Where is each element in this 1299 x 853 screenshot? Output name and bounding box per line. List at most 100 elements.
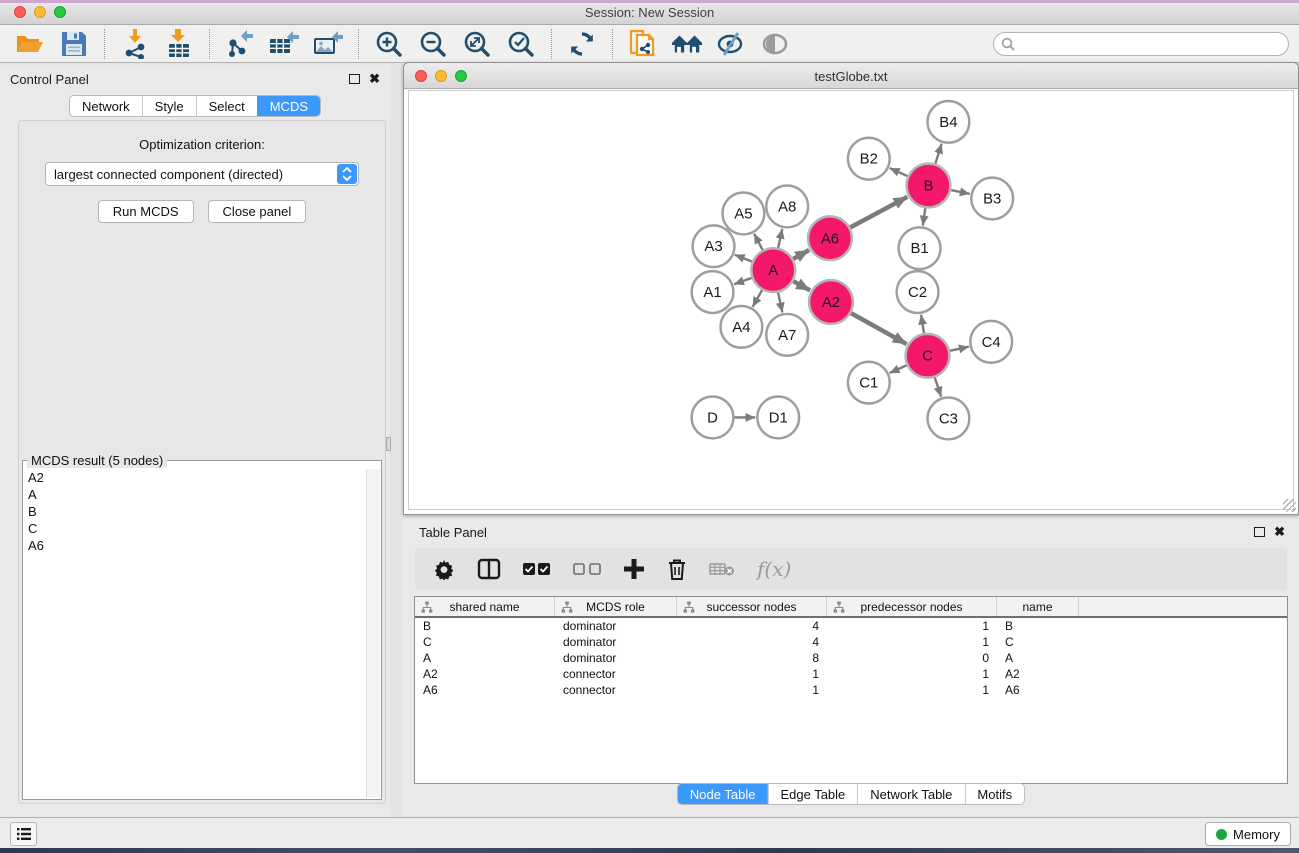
graph-edge-A-A6[interactable] bbox=[793, 250, 809, 259]
import-table-icon[interactable] bbox=[163, 28, 195, 60]
table-row-B[interactable]: Bdominator41B bbox=[415, 618, 1287, 634]
graph-node-A5[interactable]: A5 bbox=[723, 193, 765, 235]
table-cell[interactable]: 4 bbox=[677, 619, 827, 633]
graph-node-A[interactable]: A bbox=[751, 248, 795, 292]
mcds-result-item[interactable]: A bbox=[24, 486, 366, 503]
graph-edge-A2-C[interactable] bbox=[851, 313, 907, 344]
table-cell[interactable]: 0 bbox=[827, 651, 997, 665]
column-browser-icon[interactable] bbox=[477, 558, 501, 580]
graph-node-D[interactable]: D bbox=[692, 397, 734, 439]
zoom-selected-icon[interactable] bbox=[505, 28, 537, 60]
table-cell[interactable]: 1 bbox=[677, 667, 827, 681]
column-header-MCDS-role[interactable]: MCDS role bbox=[555, 597, 677, 616]
float-panel-icon[interactable] bbox=[349, 74, 360, 84]
column-header-name[interactable]: name bbox=[997, 597, 1079, 616]
graph-edge-A6-B[interactable] bbox=[850, 197, 907, 228]
export-table-icon[interactable] bbox=[268, 28, 300, 60]
table-cell[interactable]: B bbox=[415, 619, 555, 633]
graph-node-A6[interactable]: A6 bbox=[808, 216, 852, 260]
add-row-icon[interactable] bbox=[623, 558, 645, 580]
graph-edge-C-C4[interactable] bbox=[950, 347, 969, 351]
graph-node-D1[interactable]: D1 bbox=[757, 397, 799, 439]
table-cell[interactable]: 8 bbox=[677, 651, 827, 665]
table-cell[interactable]: A6 bbox=[415, 683, 555, 697]
table-cell[interactable]: C bbox=[415, 635, 555, 649]
search-input[interactable] bbox=[993, 32, 1289, 56]
table-cell[interactable]: dominator bbox=[555, 635, 677, 649]
table-tab-edge-table[interactable]: Edge Table bbox=[767, 784, 857, 804]
tab-mcds[interactable]: MCDS bbox=[257, 96, 320, 116]
table-cell[interactable]: dominator bbox=[555, 651, 677, 665]
table-tab-motifs[interactable]: Motifs bbox=[964, 784, 1024, 804]
graph-node-B2[interactable]: B2 bbox=[848, 138, 890, 180]
open-file-icon[interactable] bbox=[14, 28, 46, 60]
delete-rows-icon[interactable] bbox=[667, 558, 687, 581]
graph-node-A2[interactable]: A2 bbox=[809, 280, 853, 324]
table-cell[interactable]: 1 bbox=[677, 683, 827, 697]
graph-edge-B-B3[interactable] bbox=[951, 190, 970, 194]
graph-node-C[interactable]: C bbox=[906, 334, 950, 378]
graph-node-B[interactable]: B bbox=[907, 164, 951, 208]
graph-node-C4[interactable]: C4 bbox=[970, 321, 1012, 363]
graph-edge-A-A3[interactable] bbox=[735, 255, 752, 262]
home-views-icon[interactable] bbox=[671, 28, 703, 60]
graph-edge-A-A5[interactable] bbox=[754, 234, 763, 250]
mcds-result-item[interactable]: C bbox=[24, 520, 366, 537]
graph-edge-A-A2[interactable] bbox=[793, 281, 810, 290]
float-table-panel-icon[interactable] bbox=[1254, 527, 1265, 537]
select-all-icon[interactable] bbox=[523, 562, 551, 576]
graph-edge-B-B4[interactable] bbox=[935, 144, 941, 164]
graph-node-A7[interactable]: A7 bbox=[766, 314, 808, 356]
mcds-result-item[interactable]: B bbox=[24, 503, 366, 520]
panel-divider-handle[interactable] bbox=[386, 437, 391, 451]
graph-edge-A-A1[interactable] bbox=[734, 278, 752, 284]
table-cell[interactable]: A bbox=[997, 651, 1079, 665]
deselect-all-icon[interactable] bbox=[573, 562, 601, 576]
network-snapshot-icon[interactable] bbox=[627, 28, 659, 60]
zoom-in-icon[interactable] bbox=[373, 28, 405, 60]
graph-node-A1[interactable]: A1 bbox=[692, 271, 734, 313]
memory-button[interactable]: Memory bbox=[1205, 822, 1291, 846]
export-network-icon[interactable] bbox=[224, 28, 256, 60]
tab-style[interactable]: Style bbox=[142, 96, 196, 116]
network-window-titlebar[interactable]: testGlobe.txt bbox=[404, 63, 1298, 89]
mcds-result-item[interactable]: A6 bbox=[24, 537, 366, 554]
window-resize-grip[interactable] bbox=[1283, 499, 1296, 512]
graph-edge-C-C1[interactable] bbox=[890, 365, 907, 373]
graph-node-A8[interactable]: A8 bbox=[766, 186, 808, 228]
table-row-A[interactable]: Adominator80A bbox=[415, 650, 1287, 666]
table-cell[interactable]: 1 bbox=[827, 619, 997, 633]
panels-menu-button[interactable] bbox=[10, 822, 37, 846]
close-table-panel-icon[interactable]: ✖ bbox=[1274, 527, 1285, 537]
graph-node-A3[interactable]: A3 bbox=[693, 225, 735, 267]
export-image-icon[interactable] bbox=[312, 28, 344, 60]
mcds-result-item[interactable]: A2 bbox=[24, 469, 366, 486]
graph-node-B4[interactable]: B4 bbox=[928, 101, 970, 143]
zoom-fit-icon[interactable] bbox=[461, 28, 493, 60]
column-header-successor-nodes[interactable]: successor nodes bbox=[677, 597, 827, 616]
graph-edge-B-B2[interactable] bbox=[890, 168, 908, 176]
graph-node-C2[interactable]: C2 bbox=[897, 271, 939, 313]
graph-node-B3[interactable]: B3 bbox=[971, 178, 1013, 220]
network-canvas[interactable]: AA1A2A3A4A5A6A7A8BB1B2B3B4CC1C2C3C4DD1 bbox=[408, 90, 1294, 510]
import-network-icon[interactable] bbox=[119, 28, 151, 60]
graph-node-C1[interactable]: C1 bbox=[848, 362, 890, 404]
graph-node-A4[interactable]: A4 bbox=[721, 306, 763, 348]
graph-edge-B-B1[interactable] bbox=[923, 208, 925, 225]
table-cell[interactable]: 1 bbox=[827, 667, 997, 681]
graph-edge-C-C2[interactable] bbox=[921, 315, 924, 333]
graph-edge-C-C3[interactable] bbox=[935, 377, 941, 396]
column-header-predecessor-nodes[interactable]: predecessor nodes bbox=[827, 597, 997, 616]
table-tab-node-table[interactable]: Node Table bbox=[678, 784, 768, 804]
graph-node-C3[interactable]: C3 bbox=[928, 398, 970, 440]
close-panel-button[interactable]: Close panel bbox=[208, 200, 307, 223]
graph-edge-A-A4[interactable] bbox=[753, 290, 762, 307]
result-scrollbar[interactable] bbox=[366, 469, 380, 798]
table-cell[interactable]: connector bbox=[555, 683, 677, 697]
table-row-A2[interactable]: A2connector11A2 bbox=[415, 666, 1287, 682]
table-cell[interactable]: 1 bbox=[827, 635, 997, 649]
column-header-shared-name[interactable]: shared name bbox=[415, 597, 555, 616]
save-session-icon[interactable] bbox=[58, 28, 90, 60]
table-row-C[interactable]: Cdominator41C bbox=[415, 634, 1287, 650]
table-tab-network-table[interactable]: Network Table bbox=[857, 784, 964, 804]
